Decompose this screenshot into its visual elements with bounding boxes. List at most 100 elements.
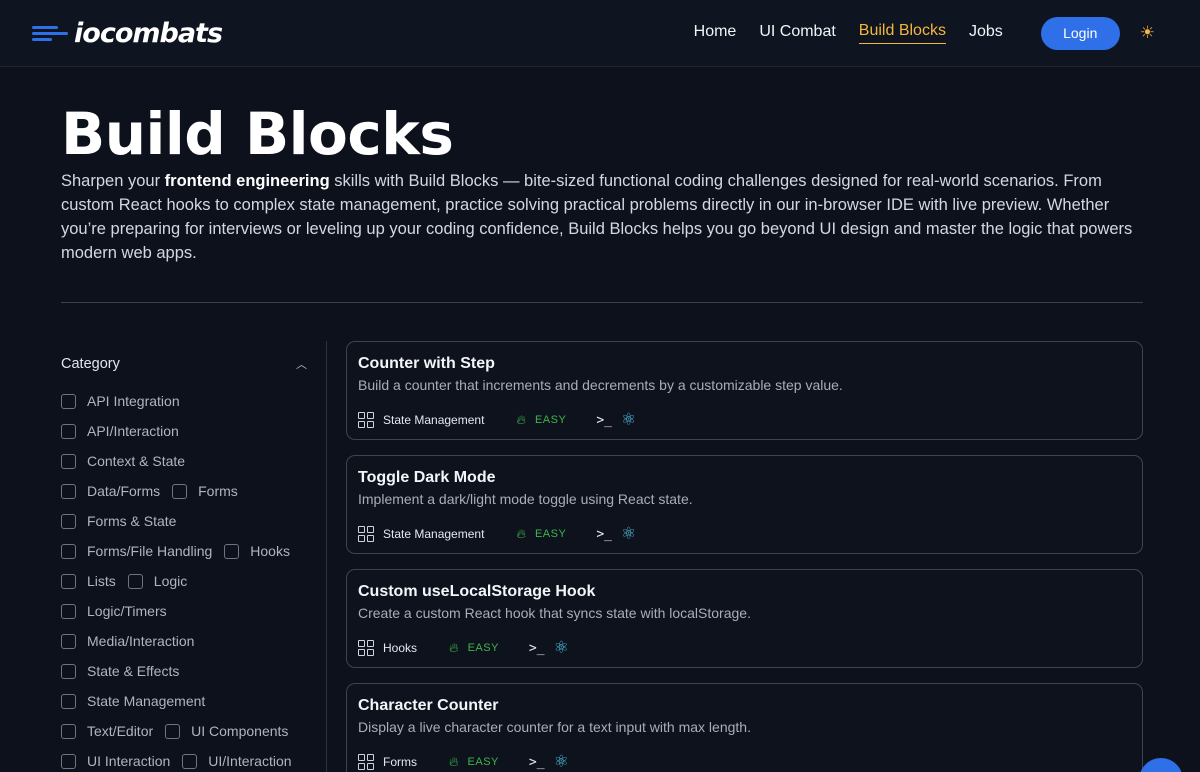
challenge-list: Counter with Step Build a counter that in… bbox=[346, 341, 1143, 772]
checkbox-box[interactable] bbox=[61, 603, 76, 619]
category-label: Forms/File Handling bbox=[87, 543, 213, 559]
challenge-category: State Management bbox=[383, 413, 485, 427]
category-checkbox[interactable]: State Management bbox=[61, 693, 205, 709]
challenge-card[interactable]: Counter with Step Build a counter that in… bbox=[346, 341, 1143, 440]
flame-icon: 🔥︎ bbox=[449, 640, 459, 655]
category-label: UI Components bbox=[191, 723, 289, 739]
category-row: State Management bbox=[61, 686, 326, 716]
checkbox-box[interactable] bbox=[172, 483, 188, 499]
category-checkbox[interactable]: Text/Editor bbox=[61, 723, 153, 739]
category-label: API Integration bbox=[87, 393, 180, 409]
iocombats-logo[interactable]: iocombats bbox=[32, 18, 223, 49]
category-checkbox[interactable]: UI/Interaction bbox=[182, 753, 292, 769]
category-grid-icon bbox=[358, 412, 374, 428]
category-label: State & Effects bbox=[87, 663, 180, 679]
challenge-title[interactable]: Custom useLocalStorage Hook bbox=[358, 583, 1131, 601]
flame-icon: 🔥︎ bbox=[516, 526, 526, 541]
checkbox-box[interactable] bbox=[61, 453, 76, 469]
category-checkbox[interactable]: Forms/File Handling bbox=[61, 543, 212, 559]
difficulty-badge: EASY bbox=[534, 414, 567, 426]
category-label: UI/Interaction bbox=[208, 753, 292, 769]
chevron-up-icon[interactable]: ︿ bbox=[296, 356, 307, 372]
flame-icon: 🔥︎ bbox=[516, 412, 526, 427]
nav-jobs[interactable]: Jobs bbox=[969, 23, 1003, 44]
checkbox-box[interactable] bbox=[61, 723, 76, 739]
checkbox-box[interactable] bbox=[61, 573, 76, 589]
category-grid-icon bbox=[358, 754, 374, 770]
challenge-meta: State Management 🔥︎ EASY >_ ⚛ bbox=[358, 524, 1131, 544]
react-icon: ⚛ bbox=[620, 524, 637, 543]
challenge-card[interactable]: Character Counter Display a live characte… bbox=[346, 683, 1143, 772]
checkbox-box[interactable] bbox=[127, 573, 143, 589]
category-filter-sidebar: Category ︿ API Integration API/Interactio… bbox=[61, 341, 327, 772]
challenge-meta: State Management 🔥︎ EASY >_ ⚛ bbox=[358, 410, 1131, 430]
challenge-meta: Forms 🔥︎ EASY >_ ⚛ bbox=[358, 752, 1131, 772]
category-checkbox[interactable]: Lists bbox=[61, 573, 116, 589]
category-checkbox[interactable]: Hooks bbox=[224, 543, 290, 559]
category-checkbox[interactable]: Forms bbox=[172, 483, 238, 499]
checkbox-box[interactable] bbox=[165, 723, 181, 739]
category-label: Lists bbox=[87, 573, 116, 589]
category-row: Data/Forms Forms bbox=[61, 476, 326, 506]
category-header[interactable]: Category ︿ bbox=[61, 356, 307, 372]
sun-icon[interactable]: ☀ bbox=[1140, 23, 1155, 43]
checkbox-box[interactable] bbox=[61, 483, 76, 499]
checkbox-box[interactable] bbox=[61, 693, 76, 709]
page-intro: Sharpen your frontend engineering skills… bbox=[61, 172, 1133, 262]
checkbox-box[interactable] bbox=[61, 753, 76, 769]
terminal-icon: >_ bbox=[528, 640, 545, 656]
checkbox-box[interactable] bbox=[61, 393, 76, 409]
react-icon: ⚛ bbox=[620, 410, 637, 429]
category-row: Forms/File Handling Hooks bbox=[61, 536, 326, 566]
checkbox-box[interactable] bbox=[61, 633, 76, 649]
terminal-icon: >_ bbox=[596, 526, 612, 542]
category-checkbox[interactable]: State & Effects bbox=[61, 663, 179, 679]
difficulty-badge: EASY bbox=[467, 642, 499, 654]
category-label: Context & State bbox=[87, 453, 186, 469]
category-label: Forms & State bbox=[87, 513, 177, 529]
category-checkbox[interactable]: API/Interaction bbox=[61, 423, 179, 439]
category-checkbox[interactable]: UI Interaction bbox=[61, 753, 170, 769]
checkbox-box[interactable] bbox=[61, 543, 76, 559]
category-checkbox[interactable]: API Integration bbox=[61, 393, 180, 409]
login-button[interactable]: Login bbox=[1040, 16, 1120, 50]
category-checkbox[interactable]: Logic bbox=[127, 573, 187, 589]
category-checkbox[interactable]: Media/Interaction bbox=[61, 633, 194, 649]
category-checkbox[interactable]: Context & State bbox=[61, 453, 185, 469]
checkbox-box[interactable] bbox=[182, 753, 198, 769]
challenge-title[interactable]: Counter with Step bbox=[358, 355, 1131, 373]
category-row: Media/Interaction bbox=[61, 626, 326, 656]
challenge-category: Hooks bbox=[383, 641, 418, 655]
category-checkbox[interactable]: UI Components bbox=[165, 723, 288, 739]
challenge-card[interactable]: Custom useLocalStorage Hook Create a cust… bbox=[346, 569, 1143, 668]
logo-speed-lines bbox=[32, 25, 68, 41]
category-label: Forms bbox=[198, 483, 238, 499]
category-label: Logic/Timers bbox=[87, 603, 167, 619]
checkbox-box[interactable] bbox=[61, 513, 76, 529]
nav-ui-combat[interactable]: UI Combat bbox=[759, 23, 835, 44]
category-row: UI Interaction UI/Interaction bbox=[61, 746, 326, 772]
challenge-category: State Management bbox=[383, 527, 485, 541]
category-label: Media/Interaction bbox=[87, 633, 195, 649]
nav-home[interactable]: Home bbox=[694, 23, 737, 44]
challenge-description: Create a custom React hook that syncs st… bbox=[358, 605, 751, 621]
category-label: Hooks bbox=[250, 543, 290, 559]
main-nav: Home UI Combat Build Blocks Jobs Login ☀ bbox=[671, 16, 1155, 50]
category-row: Forms & State bbox=[61, 506, 326, 536]
challenge-description: Display a live character counter for a t… bbox=[358, 719, 751, 735]
challenge-title[interactable]: Character Counter bbox=[358, 697, 1131, 715]
checkbox-box[interactable] bbox=[61, 663, 76, 679]
category-checkbox[interactable]: Forms & State bbox=[61, 513, 176, 529]
challenge-card[interactable]: Toggle Dark Mode Implement a dark/light m… bbox=[346, 455, 1143, 554]
nav-build-blocks[interactable]: Build Blocks bbox=[858, 22, 946, 44]
difficulty-badge: EASY bbox=[534, 528, 567, 540]
category-checkbox[interactable]: Logic/Timers bbox=[61, 603, 167, 619]
category-grid-icon bbox=[358, 640, 374, 656]
checkbox-box[interactable] bbox=[61, 423, 76, 439]
flame-icon: 🔥︎ bbox=[449, 754, 459, 769]
checkbox-box[interactable] bbox=[224, 543, 240, 559]
challenge-title[interactable]: Toggle Dark Mode bbox=[358, 469, 1131, 487]
category-row: State & Effects bbox=[61, 656, 326, 686]
category-checkbox[interactable]: Data/Forms bbox=[61, 483, 160, 499]
category-row: API/Interaction bbox=[61, 416, 326, 446]
